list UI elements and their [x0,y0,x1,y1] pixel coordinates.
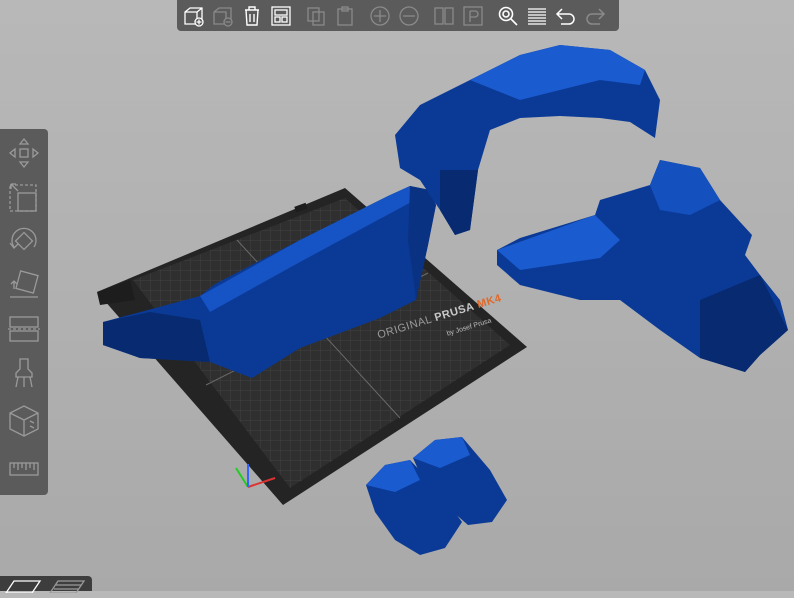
model-right-wing[interactable] [497,160,788,372]
paste-icon[interactable] [330,1,359,30]
place-on-face-icon[interactable] [4,265,44,305]
add-object-icon[interactable] [179,1,208,30]
add-instance-icon[interactable] [365,1,394,30]
search-icon[interactable] [493,1,522,30]
arrange-icon[interactable] [266,1,295,30]
cut-icon[interactable] [4,309,44,349]
measure-icon[interactable] [4,449,44,489]
view-switcher [0,576,92,594]
move-icon[interactable] [4,133,44,173]
gizmo-toolbar [0,129,48,495]
split-objects-icon[interactable] [429,1,458,30]
rotate-icon[interactable] [4,221,44,261]
scale-icon[interactable] [4,177,44,217]
3d-viewport[interactable] [0,0,794,591]
layers-editing-icon[interactable] [522,1,551,30]
delete-all-icon[interactable] [237,1,266,30]
top-toolbar [177,0,619,31]
remove-instance-icon[interactable] [394,1,423,30]
undo-icon[interactable] [551,1,580,30]
copy-icon[interactable] [301,1,330,30]
delete-icon[interactable] [208,1,237,30]
paint-supports-icon[interactable] [4,353,44,393]
seam-painting-icon[interactable] [4,401,44,441]
redo-icon[interactable] [580,1,609,30]
split-parts-icon[interactable] [458,1,487,30]
